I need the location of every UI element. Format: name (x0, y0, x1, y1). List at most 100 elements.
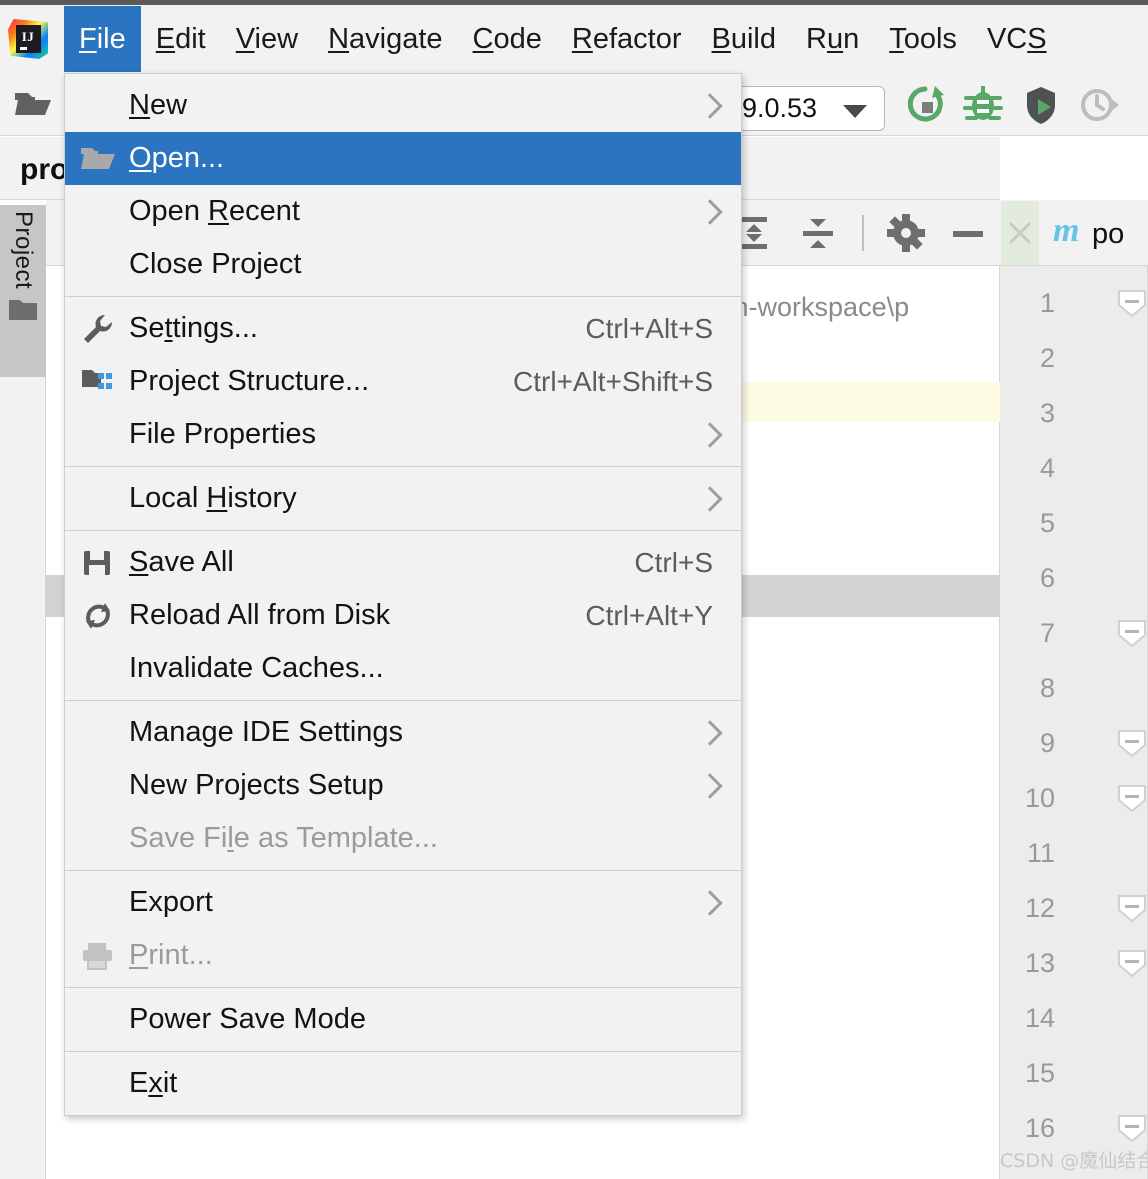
watermark: CSDN @魔仙结合 (1000, 1150, 1148, 1172)
menu-item-new-projects-setup[interactable]: New Projects Setup (65, 759, 741, 812)
chevron-right-icon (697, 772, 723, 799)
menu-item-reload-all-from-disk[interactable]: Reload All from Disk Ctrl+Alt+Y (65, 589, 741, 642)
menubar-item-file[interactable]: File (64, 6, 141, 72)
menu-item-power-save-mode[interactable]: Power Save Mode (65, 993, 741, 1046)
run-configuration-selector[interactable]: 9.0.53 (735, 86, 885, 131)
menu-item-open-recent[interactable]: Open Recent (65, 185, 741, 238)
code-fold-icon[interactable] (1117, 620, 1147, 648)
menubar-item-refactor[interactable]: Refactor (557, 6, 697, 72)
menu-item-shortcut: Ctrl+Alt+Shift+S (513, 365, 713, 397)
line-number: 9 (1039, 728, 1055, 758)
open-folder-icon[interactable] (14, 89, 52, 119)
editor-gutter: 1 2 3 4 5 6 7 8 9 10 11 12 13 14 15 16 (1000, 266, 1148, 1179)
printer-icon (79, 940, 117, 972)
menu-item-settings[interactable]: Settings... Ctrl+Alt+S (65, 302, 741, 355)
menu-item-save-all[interactable]: Save All Ctrl+S (65, 536, 741, 589)
menu-separator (65, 1051, 741, 1052)
maven-m-icon: m (1053, 212, 1080, 249)
menu-item-label: Export (129, 886, 213, 918)
menu-item-label: Open... (129, 142, 225, 174)
menu-item-shortcut: Ctrl+Alt+Y (585, 599, 713, 631)
sidebar-item-label: Project (10, 211, 37, 290)
menubar-item-label: View (235, 22, 299, 55)
toolbar-separator (862, 215, 864, 251)
project-title: pro (20, 153, 69, 186)
menu-item-label: Open Recent (129, 195, 300, 227)
logo-text: IJ (21, 29, 35, 44)
menubar-item-vcs[interactable]: VCS (972, 6, 1062, 72)
line-number: 1 (1039, 288, 1055, 318)
menu-item-new[interactable]: New (65, 79, 741, 132)
line-number: 10 (1024, 783, 1055, 813)
menu-item-file-properties[interactable]: File Properties (65, 408, 741, 461)
menu-item-open[interactable]: Open... (65, 132, 741, 185)
menubar-item-build[interactable]: Build (697, 6, 792, 72)
menubar-item-navigate[interactable]: Navigate (313, 6, 457, 72)
chevron-right-icon (697, 198, 723, 225)
code-fold-icon[interactable] (1117, 1115, 1147, 1143)
menu-item-label: Project Structure... (129, 365, 370, 397)
menu-item-label: Save File as Template... (129, 822, 438, 854)
debug-icon[interactable] (963, 84, 1003, 126)
project-structure-icon (79, 366, 117, 398)
close-icon[interactable] (1001, 201, 1039, 265)
chevron-right-icon (697, 719, 723, 746)
expand-all-icon[interactable] (738, 212, 778, 254)
menubar-item-label: Refactor (571, 22, 682, 55)
left-tool-sidebar (0, 377, 46, 1179)
hide-icon[interactable] (948, 212, 988, 254)
sidebar-item-project[interactable]: Project (0, 205, 46, 377)
menubar-item-code[interactable]: Code (458, 6, 557, 72)
menu-item-exit[interactable]: Exit (65, 1057, 741, 1110)
menu-item-close-project[interactable]: Close Project (65, 238, 741, 291)
intellij-idea-logo-icon: IJ (8, 19, 48, 59)
code-fold-icon[interactable] (1117, 730, 1147, 758)
line-number: 5 (1039, 508, 1055, 538)
logo-underline (20, 47, 28, 51)
code-fold-icon[interactable] (1117, 290, 1147, 318)
menu-separator (65, 700, 741, 701)
menubar-item-label: Build (711, 22, 777, 55)
menu-item-label: New Projects Setup (129, 769, 384, 801)
menubar-item-edit[interactable]: Edit (141, 6, 221, 72)
menu-item-shortcut: Ctrl+Alt+S (585, 312, 713, 344)
menu-item-label: Manage IDE Settings (129, 716, 404, 748)
wrench-icon (79, 313, 117, 345)
profiler-icon[interactable] (1079, 84, 1119, 126)
code-fold-icon[interactable] (1117, 785, 1147, 813)
line-number: 13 (1024, 948, 1055, 978)
menu-item-local-history[interactable]: Local History (65, 472, 741, 525)
folder-icon (8, 297, 38, 323)
code-fold-icon[interactable] (1117, 950, 1147, 978)
menu-item-label: Local History (129, 482, 297, 514)
menubar-item-label: File (79, 22, 126, 55)
settings-gear-icon[interactable] (886, 212, 926, 254)
editor-tab-label[interactable]: po (1092, 218, 1124, 251)
code-fold-icon[interactable] (1117, 895, 1147, 923)
menubar-item-label: Tools (889, 22, 957, 55)
menu-separator (65, 466, 741, 467)
menu-item-label: Settings... (129, 312, 258, 344)
line-number: 7 (1039, 618, 1055, 648)
menubar-item-tools[interactable]: Tools (874, 6, 972, 72)
menubar-item-label: Edit (155, 22, 206, 55)
menu-item-invalidate-caches[interactable]: Invalidate Caches... (65, 642, 741, 695)
run-actions-group (905, 84, 1119, 126)
menu-item-export[interactable]: Export (65, 876, 741, 929)
menubar-item-run[interactable]: Run (791, 6, 874, 72)
menu-item-manage-ide-settings[interactable]: Manage IDE Settings (65, 706, 741, 759)
menubar-item-label: Code (472, 22, 542, 55)
menu-separator (65, 870, 741, 871)
run-with-coverage-icon[interactable] (1021, 84, 1061, 126)
collapse-all-icon[interactable] (800, 212, 840, 254)
reload-icon (79, 600, 117, 632)
save-icon (79, 547, 117, 579)
line-number: 16 (1024, 1113, 1055, 1143)
menu-item-label: Print... (129, 939, 213, 971)
rerun-icon[interactable] (905, 84, 945, 126)
file-menu-popup: New Open... Open Recent Close Project Settin… (64, 73, 742, 1116)
menu-item-project-structure[interactable]: Project Structure... Ctrl+Alt+Shift+S (65, 355, 741, 408)
menubar-item-view[interactable]: View (221, 6, 313, 72)
menu-item-label: New (129, 89, 188, 121)
line-number: 14 (1024, 1003, 1055, 1033)
